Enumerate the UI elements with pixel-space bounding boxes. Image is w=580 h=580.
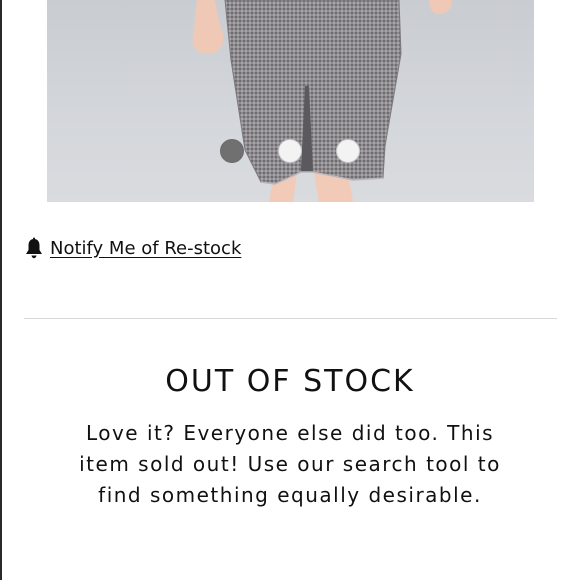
notify-restock[interactable]: Notify Me of Re-stock [24,234,241,262]
carousel-dot-2[interactable] [278,139,302,163]
carousel-dots [47,138,534,164]
out-of-stock-title: OUT OF STOCK [165,364,415,399]
carousel-dot-3[interactable] [336,139,360,163]
notify-restock-link[interactable]: Notify Me of Re-stock [50,238,241,259]
product-image-carousel[interactable] [47,0,534,202]
section-divider [24,318,557,319]
out-of-stock-message: Love it? Everyone else did too. This ite… [79,421,501,507]
carousel-dot-1[interactable] [220,139,244,163]
product-photo [192,0,452,202]
bell-icon [24,237,44,259]
page-left-border [0,0,2,580]
